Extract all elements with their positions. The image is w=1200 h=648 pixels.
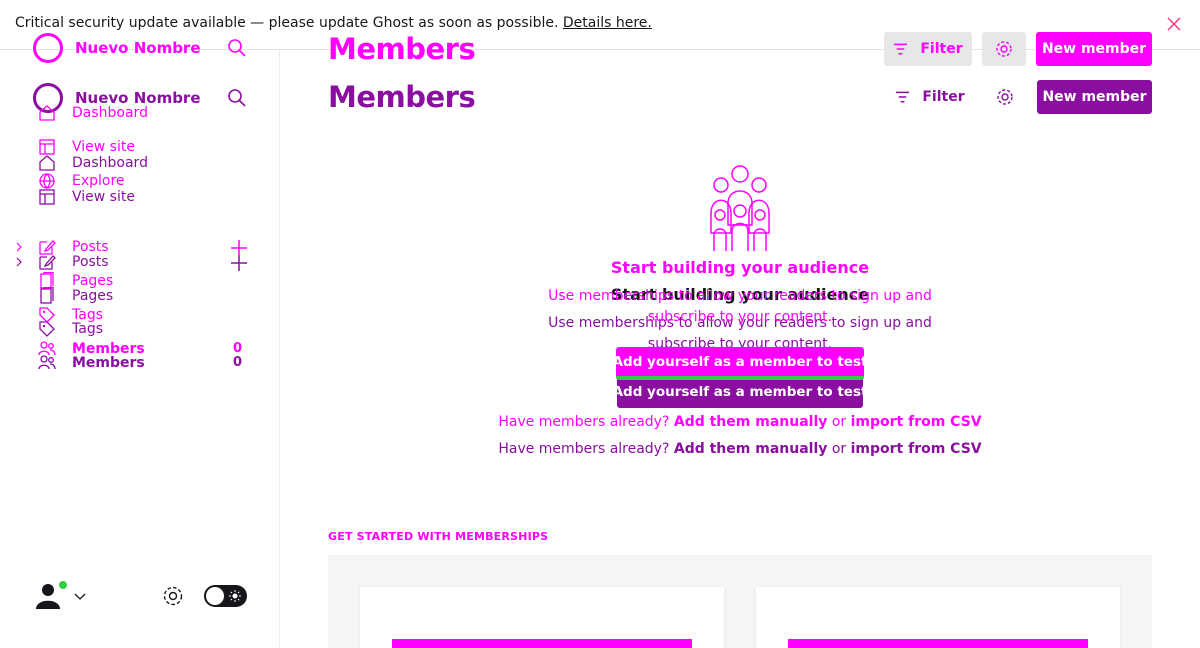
- filter-label: Filter: [920, 41, 963, 57]
- cta-label: Add yourself as a member to test: [612, 353, 868, 370]
- add-manually-link[interactable]: Add them manually: [674, 414, 828, 430]
- tag-icon: [39, 307, 55, 323]
- members-count: 0: [233, 341, 243, 356]
- add-yourself-button[interactable]: Add yourself as a member to test: [613, 347, 867, 380]
- sidebar-item-members[interactable]: Members: [38, 340, 145, 358]
- sun-icon: [229, 590, 241, 602]
- sidebar-item-label: Explore: [72, 173, 125, 189]
- search-icon[interactable]: [227, 38, 247, 58]
- home-icon: [39, 105, 55, 121]
- globe-icon: [39, 173, 55, 189]
- chevron-down-icon[interactable]: [74, 590, 86, 602]
- import-line: Have members already? Add them manually …: [440, 414, 1040, 430]
- theme-toggle[interactable]: [204, 585, 247, 607]
- sidebar-item-label: Dashboard: [72, 105, 148, 121]
- filter-icon: [894, 43, 908, 55]
- page-title: Members: [328, 32, 476, 66]
- brand-overlay[interactable]: Nuevo Nombre: [33, 33, 201, 63]
- members-icon: [38, 341, 56, 356]
- new-member-label: New member: [1041, 41, 1147, 57]
- overlay-layer: Nuevo Nombre Dashboard View site Explore…: [0, 0, 1200, 648]
- import-or: or: [831, 414, 847, 430]
- site-name: Nuevo Nombre: [75, 39, 201, 57]
- chevron-right-icon[interactable]: [14, 242, 24, 252]
- gear-icon[interactable]: [162, 585, 184, 607]
- layout-icon: [39, 139, 55, 155]
- empty-state-description: Use memberships to allow your readers to…: [548, 288, 932, 325]
- plus-icon[interactable]: [230, 239, 248, 257]
- sidebar-item-pages[interactable]: Pages: [38, 272, 113, 290]
- gear-icon: [996, 41, 1012, 57]
- edit-icon: [39, 240, 56, 255]
- pages-icon: [40, 272, 54, 289]
- sidebar-item-tags[interactable]: Tags: [38, 306, 103, 324]
- app-window: Critical security update available — ple…: [0, 0, 1200, 648]
- get-started-label: GET STARTED WITH MEMBERSHIPS: [328, 530, 549, 543]
- new-member-button[interactable]: New member: [1036, 32, 1152, 66]
- site-logo: [33, 33, 63, 63]
- sidebar-item-label: Members: [72, 341, 145, 357]
- toggle-knob: [206, 587, 224, 605]
- sidebar-item-label: Tags: [72, 307, 103, 323]
- status-online-dot: [58, 580, 68, 590]
- settings-button[interactable]: [982, 32, 1026, 66]
- filter-button[interactable]: Filter: [884, 32, 972, 66]
- empty-state-title: Start building your audience: [610, 258, 870, 277]
- import-csv-link[interactable]: import from CSV: [851, 414, 982, 430]
- audience-illustration: [710, 165, 770, 251]
- import-prefix: Have members already?: [498, 414, 670, 430]
- sidebar-item-dashboard[interactable]: Dashboard: [38, 104, 148, 122]
- sidebar-item-view-site[interactable]: View site: [38, 138, 135, 156]
- sidebar-item-explore[interactable]: Explore: [38, 172, 125, 190]
- sidebar-item-posts[interactable]: Posts: [14, 238, 109, 256]
- sidebar-item-label: View site: [72, 139, 135, 155]
- sidebar-item-label: Posts: [72, 239, 109, 255]
- sidebar-item-label: Pages: [72, 273, 114, 289]
